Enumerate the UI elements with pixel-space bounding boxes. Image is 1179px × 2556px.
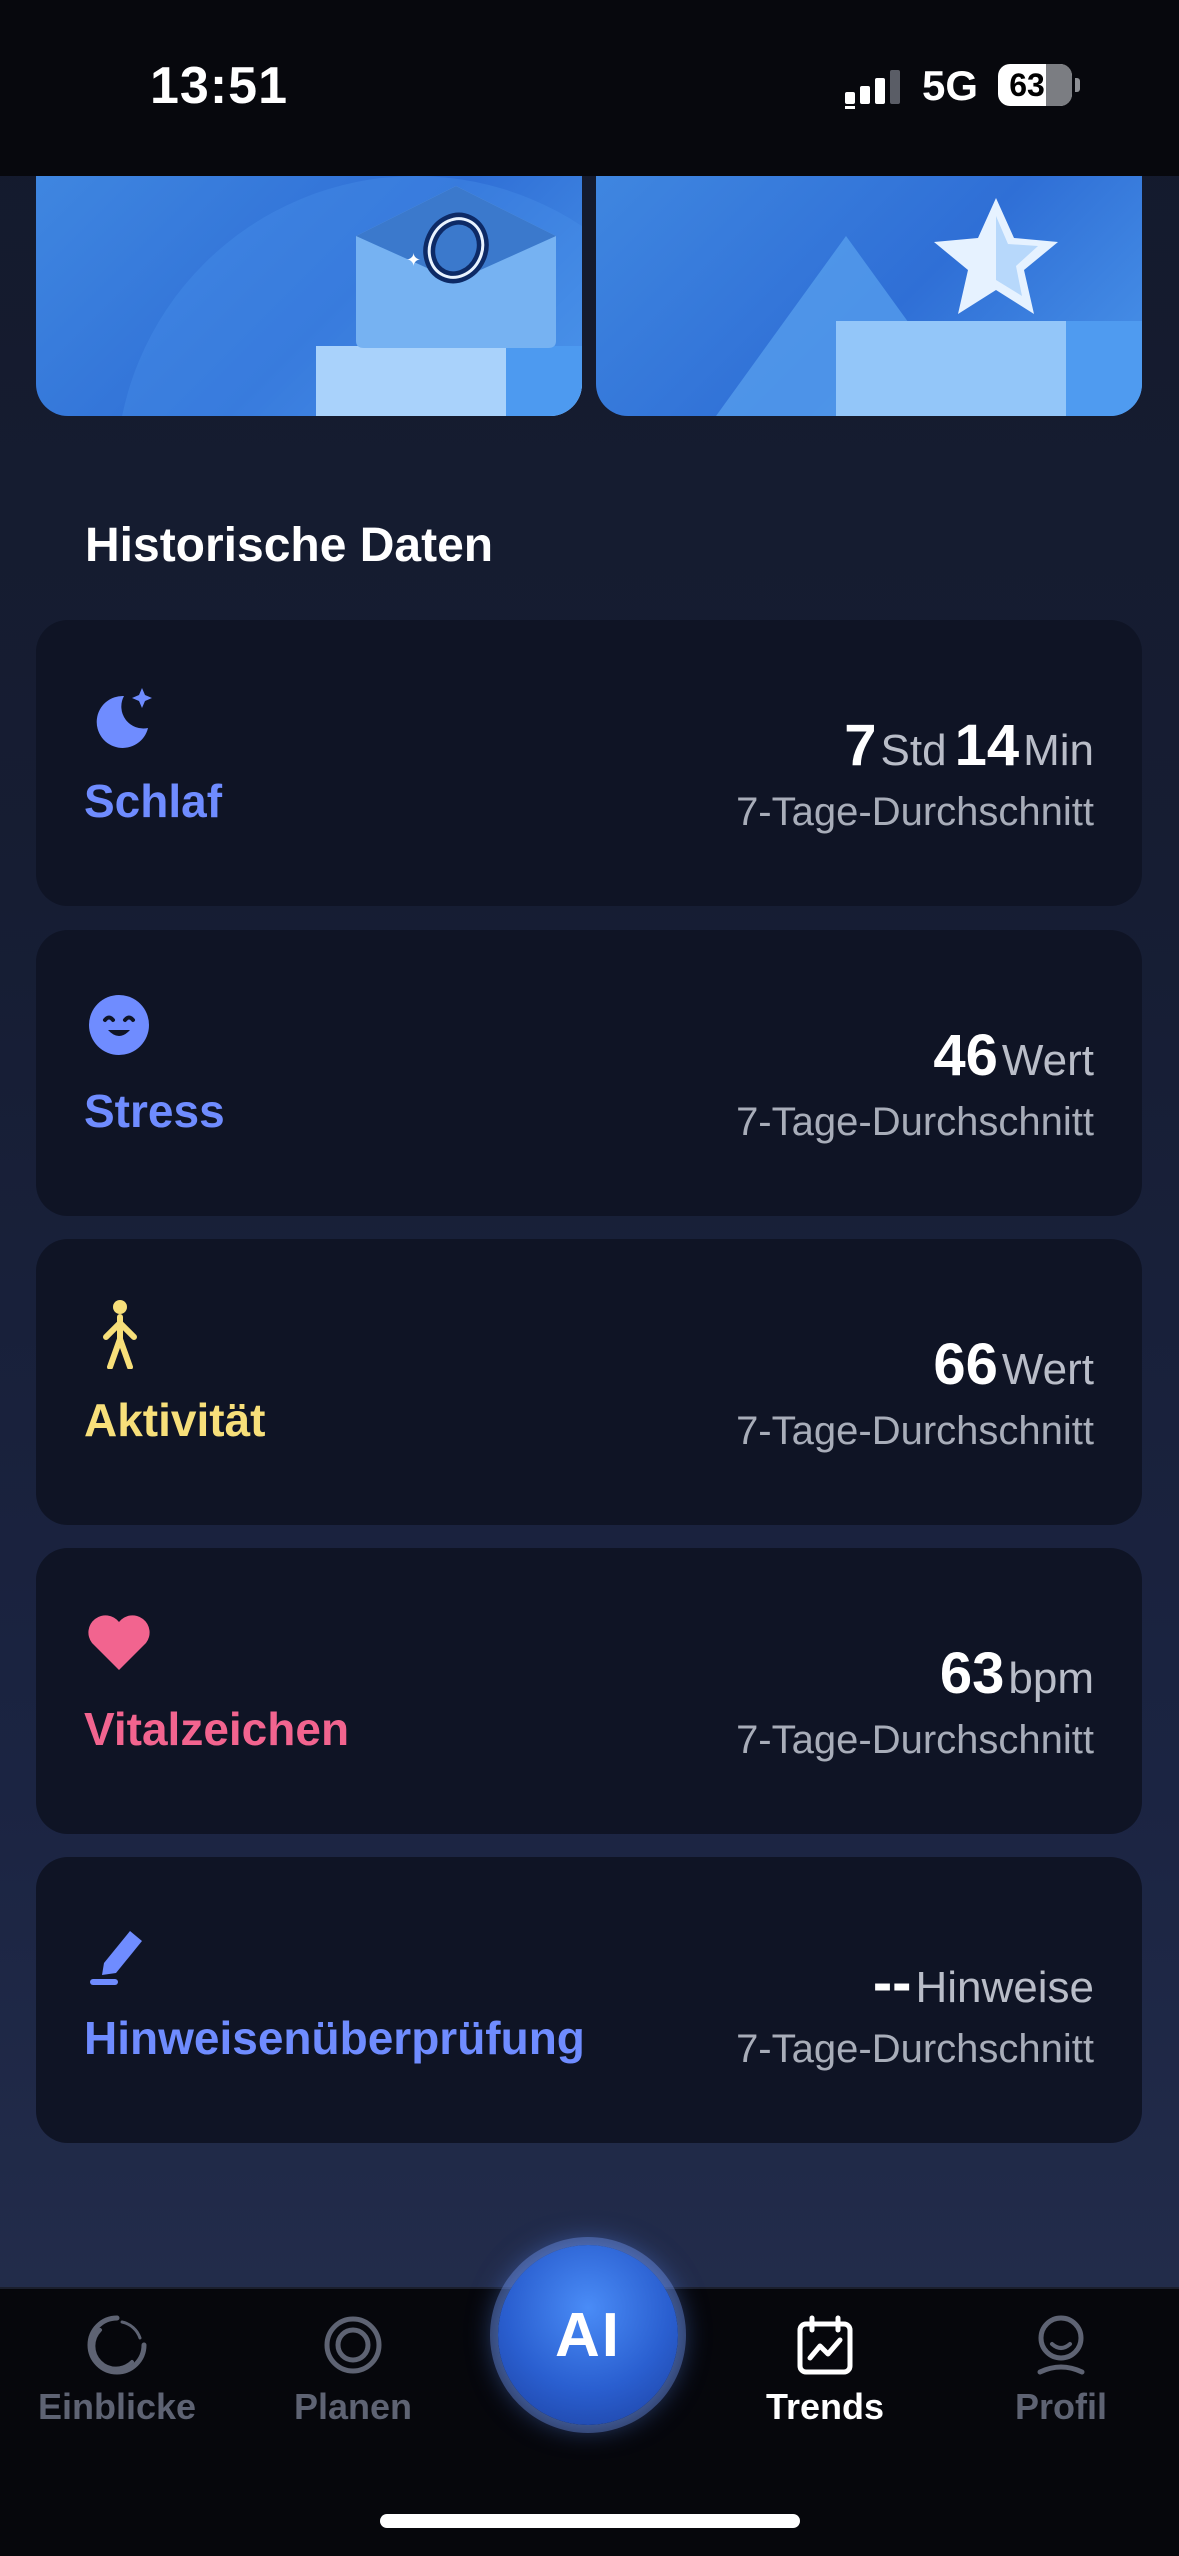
activity-number: 66 (933, 1332, 998, 1397)
sleep-minutes: 14 (954, 713, 1020, 778)
nav-label-profile: Profil (1014, 2386, 1107, 2427)
nav-label-insights: Einblicke (37, 2386, 197, 2427)
sleep-subtitle: 7-Tage-Durchschnitt (736, 790, 1094, 834)
promo-banner-star[interactable] (596, 176, 1142, 416)
stress-subtitle: 7-Tage-Durchschnitt (736, 1100, 1094, 1144)
sleep-value: 7Std 14Min (844, 712, 1094, 779)
stress-value: 46Wert (933, 1022, 1094, 1089)
vitals-unit: bpm (1008, 1654, 1094, 1703)
vitals-value: 63bpm (940, 1640, 1094, 1707)
network-type: 5G (922, 62, 979, 109)
home-indicator[interactable] (380, 2514, 800, 2528)
section-title: Historische Daten (85, 519, 494, 572)
notes-review-value: --Hinweise (873, 1949, 1094, 2016)
star-podium-illustration (716, 198, 1142, 416)
activity-subtitle: 7-Tage-Durchschnitt (736, 1409, 1094, 1453)
sleep-minutes-unit: Min (1023, 726, 1094, 775)
ai-assistant-button[interactable]: AI (498, 2245, 678, 2425)
moon-star-icon (96, 688, 152, 748)
sleep-hours-unit: Std (880, 726, 947, 775)
trends-calendar-icon (797, 2315, 853, 2375)
nav-item-insights[interactable]: Einblicke (17, 2310, 217, 2428)
stress-card[interactable]: Stress 46Wert 7-Tage-Durchschnitt (36, 930, 1142, 1216)
edit-pen-icon (90, 1931, 142, 1985)
battery-level: 63 (1009, 66, 1045, 103)
activity-unit: Wert (1001, 1345, 1094, 1394)
status-bar: 13:51 5G 63 (0, 0, 1179, 176)
ai-button-label: AI (555, 2300, 621, 2370)
stress-number: 46 (933, 1023, 998, 1088)
vitals-number: 63 (939, 1641, 1005, 1706)
insights-icon (87, 2315, 147, 2375)
nav-label-trends: Trends (765, 2386, 885, 2427)
activity-label: Aktivität (84, 1394, 266, 1446)
smiley-icon (89, 995, 149, 1055)
notes-review-subtitle: 7-Tage-Durchschnitt (736, 2027, 1094, 2071)
notes-review-card[interactable]: Hinweisenüberprüfung --Hinweise 7-Tage-D… (36, 1857, 1142, 2143)
vitals-card[interactable]: Vitalzeichen 63bpm 7-Tage-Durchschnitt (36, 1548, 1142, 1834)
walking-icon (103, 1300, 137, 1369)
vitals-subtitle: 7-Tage-Durchschnitt (736, 1718, 1094, 1762)
signal-strength-icon (845, 70, 900, 109)
nav-label-plan: Planen (293, 2386, 413, 2427)
notes-review-label: Hinweisenüberprüfung (84, 2012, 585, 2064)
sleep-label: Schlaf (84, 775, 223, 827)
notes-review-number: -- (872, 1950, 912, 2015)
activity-value: 66Wert (933, 1331, 1094, 1398)
nav-item-profile[interactable]: Profil (961, 2310, 1161, 2428)
app-screen: 13:51 5G 63 ✦ Historische Daten Schlaf 7… (0, 0, 1179, 2556)
vitals-label: Vitalzeichen (84, 1703, 350, 1755)
profile-icon (1037, 2315, 1085, 2375)
nav-item-plan[interactable]: Planen (253, 2310, 453, 2428)
stress-unit: Wert (1001, 1036, 1094, 1085)
sleep-card[interactable]: Schlaf 7Std 14Min 7-Tage-Durchschnitt (36, 620, 1142, 906)
svg-text:✦: ✦ (406, 250, 421, 270)
promo-banner-ring[interactable]: ✦ (36, 176, 582, 416)
plan-ring-icon (324, 2316, 382, 2374)
ring-box-illustration: ✦ (122, 176, 582, 416)
sleep-hours: 7 (844, 713, 877, 778)
stress-label: Stress (84, 1085, 225, 1137)
notes-review-unit: Hinweise (915, 1963, 1094, 2012)
heart-icon (88, 1615, 150, 1670)
activity-card[interactable]: Aktivität 66Wert 7-Tage-Durchschnitt (36, 1239, 1142, 1525)
nav-item-trends[interactable]: Trends (725, 2310, 925, 2428)
status-time: 13:51 (150, 57, 288, 115)
battery-indicator: 63 (998, 64, 1080, 106)
